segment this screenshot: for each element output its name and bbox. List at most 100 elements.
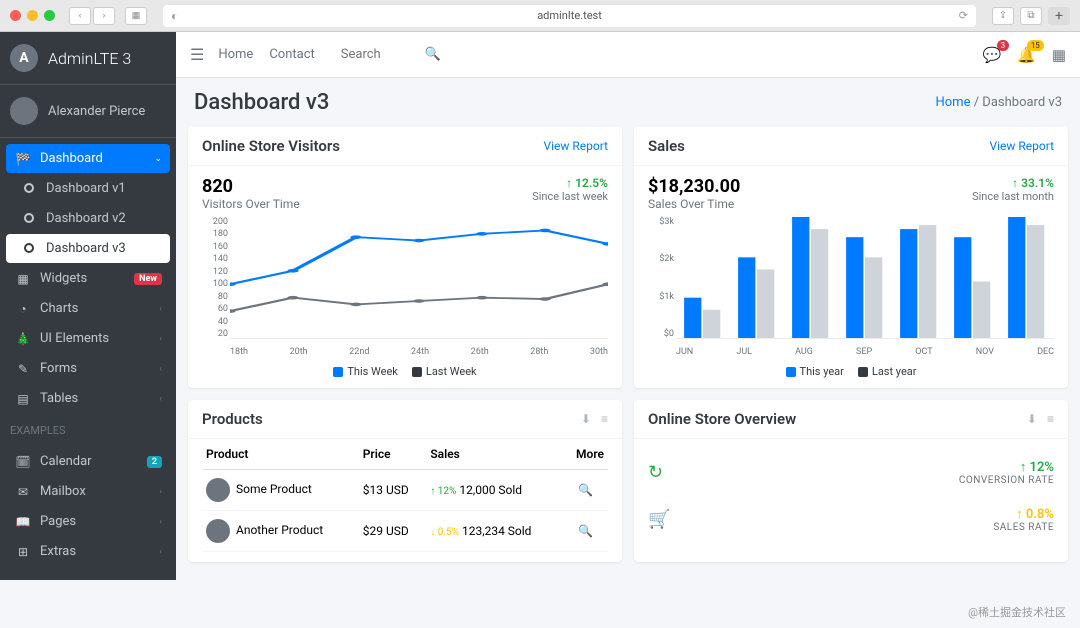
sidebar-item-tables[interactable]: ▤Tables‹ — [6, 384, 170, 413]
download-icon[interactable]: ⬇ — [581, 412, 591, 426]
arrow-up-icon: ↑ — [566, 176, 572, 190]
browser-sidebar-icon[interactable]: ▦ — [125, 7, 147, 25]
pie-icon: ◔ — [14, 302, 32, 316]
url-bar[interactable]: ◐ adminIte.test ⟳ — [163, 5, 976, 27]
overview-row: ↻ ↑ 12% CONVERSION RATE — [648, 449, 1054, 496]
sidebar-header-examples: EXAMPLES — [0, 414, 176, 441]
window-maximize[interactable] — [44, 10, 55, 21]
sidebar-item-pages[interactable]: 📖Pages‹ — [6, 507, 170, 536]
sales-view-report[interactable]: View Report — [989, 139, 1054, 153]
topbar: ☰ Home Contact 🔍 💬3 🔔15 ▦ — [176, 32, 1080, 78]
sales-change: ↑ 33.1% — [972, 176, 1054, 190]
product-icon — [206, 519, 230, 543]
badge-new: New — [134, 273, 162, 285]
badge-count: 2 — [147, 456, 162, 468]
product-icon — [206, 478, 230, 502]
table-row: Some Product $13 USD ↑ 12% 12,000 Sold 🔍 — [202, 470, 608, 511]
circle-icon — [20, 212, 38, 226]
tachometer-icon: 🏁 — [14, 152, 32, 166]
bell-icon[interactable]: 🔔15 — [1017, 46, 1036, 64]
sidebar-item-dashboard-v2[interactable]: Dashboard v2 — [6, 204, 170, 233]
search-icon[interactable]: 🔍 — [578, 524, 593, 538]
visitors-value: 820 — [202, 176, 300, 197]
sidebar-item-forms[interactable]: ✎Forms‹ — [6, 354, 170, 383]
arrow-up-icon: ↑ — [1016, 507, 1023, 522]
watermark: @稀土掘金技术社区 — [968, 604, 1066, 620]
sidebar-item-widgets[interactable]: ▦WidgetsNew — [6, 264, 170, 293]
hamburger-icon[interactable]: ☰ — [190, 45, 204, 64]
brand[interactable]: A AdminLTE 3 — [0, 32, 176, 85]
browser-back[interactable]: ‹ — [69, 7, 91, 25]
comments-icon[interactable]: 💬3 — [982, 46, 1001, 64]
circle-icon — [20, 182, 38, 196]
sidebar-item-mailbox[interactable]: ✉Mailbox‹ — [6, 477, 170, 506]
topbar-link-home[interactable]: Home — [218, 47, 253, 62]
reload-icon[interactable]: ⟳ — [959, 9, 968, 22]
chevron-left-icon: ‹ — [159, 487, 162, 497]
visitors-change: ↑ 12.5% — [532, 176, 608, 190]
chevron-left-icon: ‹ — [159, 334, 162, 344]
sidebar-item-dashboard[interactable]: 🏁 Dashboard ⌄ — [6, 144, 170, 173]
visitors-chart: 20018016014012010080604020 18th20th22nd2… — [202, 217, 608, 357]
new-tab-icon[interactable]: + — [1048, 7, 1070, 25]
sales-since: Since last month — [972, 190, 1054, 203]
sidebar-item-extras[interactable]: ⊞Extras‹ — [6, 537, 170, 566]
sales-card: Sales View Report $18,230.00 Sales Over … — [634, 127, 1068, 388]
search-button[interactable]: 🔍 — [425, 47, 441, 62]
sidebar-item-dashboard-v3[interactable]: Dashboard v3 — [6, 234, 170, 263]
book-icon: 📖 — [14, 515, 32, 529]
bars-icon[interactable]: ≡ — [601, 412, 608, 426]
overview-card: Online Store Overview ⬇ ≡ ↻ ↑ 12% CONVERS… — [634, 400, 1068, 562]
visitors-legend: This Week Last Week — [202, 365, 608, 378]
sales-subtitle: Sales Over Time — [648, 197, 740, 211]
chevron-left-icon: ‹ — [159, 547, 162, 557]
avatar — [10, 97, 38, 125]
visitors-since: Since last week — [532, 190, 608, 203]
overview-row: 🛒 ↑ 0.8% SALES RATE — [648, 496, 1054, 543]
arrow-up-icon: ↑ — [1012, 176, 1018, 190]
sidebar-item-ui-elements[interactable]: 🎄UI Elements‹ — [6, 324, 170, 353]
plus-square-icon: ⊞ — [14, 545, 32, 559]
visitors-title: Online Store Visitors — [202, 137, 340, 155]
download-icon[interactable]: ⬇ — [1027, 412, 1037, 426]
browser-forward[interactable]: › — [93, 7, 115, 25]
sales-legend: This year Last year — [648, 365, 1054, 378]
search-input[interactable] — [335, 43, 425, 66]
topbar-link-contact[interactable]: Contact — [269, 47, 314, 62]
visitors-view-report[interactable]: View Report — [543, 139, 608, 153]
sidebar-item-calendar[interactable]: 🗓Calendar2 — [6, 447, 170, 476]
breadcrumb-current: Dashboard v3 — [982, 95, 1062, 110]
products-card: Products ⬇≡ Product Price Sales More Som… — [188, 400, 622, 562]
overview-title: Online Store Overview — [648, 410, 796, 428]
refresh-icon: ↻ — [648, 462, 663, 483]
url-text: adminIte.test — [537, 9, 602, 22]
chevron-left-icon: ‹ — [159, 304, 162, 314]
tree-icon: 🎄 — [14, 332, 32, 346]
page-title: Dashboard v3 — [194, 90, 329, 115]
table-icon: ▤ — [14, 392, 32, 406]
user-panel[interactable]: Alexander Pierce — [0, 85, 176, 138]
sidebar: A AdminLTE 3 Alexander Pierce 🏁 Dashboar… — [0, 32, 176, 580]
chevron-left-icon: ‹ — [159, 394, 162, 404]
window-minimize[interactable] — [27, 10, 38, 21]
tabs-icon[interactable]: ⧉ — [1020, 7, 1042, 25]
window-close[interactable] — [10, 10, 21, 21]
th-icon: ▦ — [14, 272, 32, 286]
search-icon[interactable]: 🔍 — [578, 483, 593, 497]
arrow-up-icon: ↑ — [1020, 460, 1027, 475]
sales-chart: $3k$2k$1k$0 JUNJULAUGSEPOCTNOVDEC — [648, 217, 1054, 357]
share-icon[interactable]: ⇪ — [992, 7, 1014, 25]
sidebar-item-charts[interactable]: ◔Charts‹ — [6, 294, 170, 323]
bars-icon[interactable]: ≡ — [1047, 412, 1054, 426]
products-title: Products — [202, 410, 263, 428]
th-large-icon[interactable]: ▦ — [1052, 46, 1066, 64]
chevron-down-icon: ⌄ — [154, 154, 162, 164]
brand-text: AdminLTE 3 — [48, 49, 131, 68]
circle-icon — [20, 242, 38, 256]
breadcrumb-home[interactable]: Home — [935, 95, 970, 110]
user-name: Alexander Pierce — [48, 104, 145, 119]
table-row: Another Product $29 USD ↓ 0.5% 123,234 S… — [202, 511, 608, 552]
sidebar-item-dashboard-v1[interactable]: Dashboard v1 — [6, 174, 170, 203]
visitors-subtitle: Visitors Over Time — [202, 197, 300, 211]
chevron-left-icon: ‹ — [159, 364, 162, 374]
